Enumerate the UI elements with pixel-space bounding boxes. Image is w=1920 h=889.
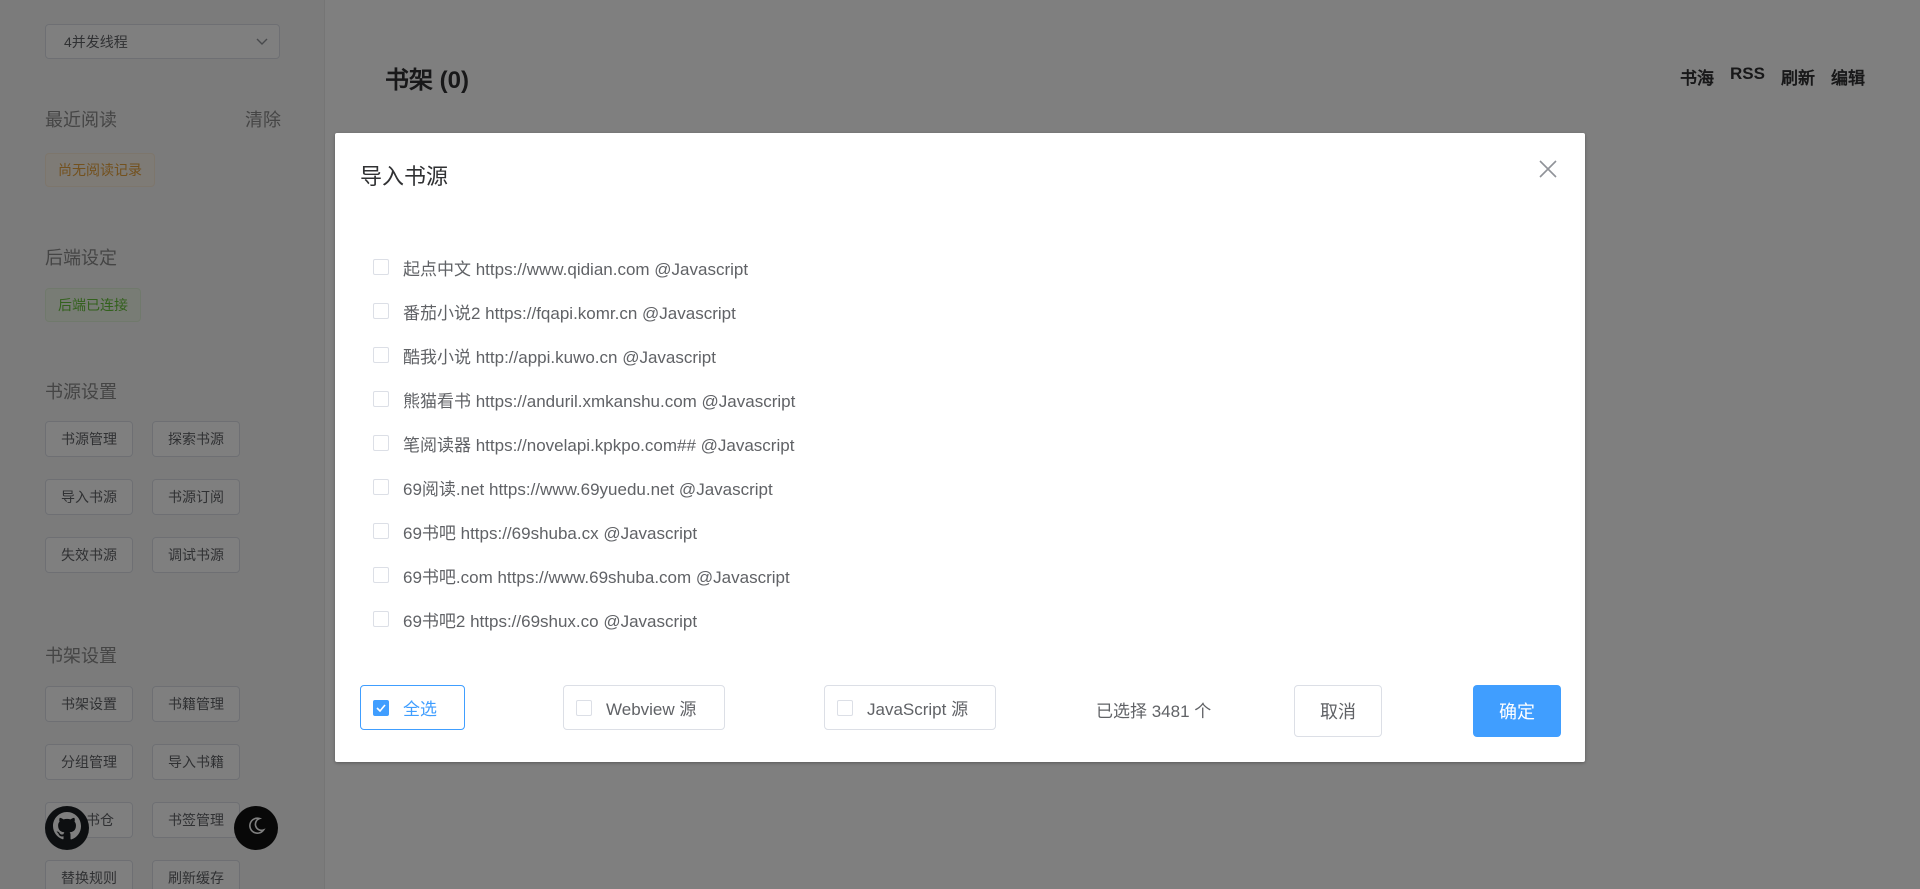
source-label: 起点中文 https://www.qidian.com @Javascript xyxy=(403,259,749,279)
close-button[interactable] xyxy=(1534,157,1562,185)
select-all-checkbox[interactable]: 全选 xyxy=(360,685,465,730)
source-checkbox[interactable] xyxy=(373,347,389,363)
close-icon xyxy=(1538,159,1558,184)
source-item[interactable]: 酷我小说 http://appi.kuwo.cn @Javascript xyxy=(373,333,795,377)
source-item[interactable]: 熊猫看书 https://anduril.xmkanshu.com @Javas… xyxy=(373,377,795,421)
webview-label: Webview 源 xyxy=(606,700,697,719)
source-list: 起点中文 https://www.qidian.com @Javascript … xyxy=(373,245,795,641)
select-all-label: 全选 xyxy=(403,700,437,719)
source-label: 熊猫看书 https://anduril.xmkanshu.com @Javas… xyxy=(403,391,796,411)
app-root: 4并发线程 最近阅读 清除 尚无阅读记录 后端设定 后端已连接 书源设置 书源管… xyxy=(0,0,1920,889)
import-source-dialog: 导入书源 起点中文 https://www.qidian.com @Javasc… xyxy=(335,133,1585,762)
selected-count: 已选择 3481 个 xyxy=(1096,702,1212,721)
javascript-label: JavaScript 源 xyxy=(867,700,969,719)
source-checkbox[interactable] xyxy=(373,479,389,495)
javascript-source-checkbox[interactable]: JavaScript 源 xyxy=(824,685,996,730)
source-item[interactable]: 69阅读.net https://www.69yuedu.net @Javasc… xyxy=(373,465,795,509)
source-checkbox[interactable] xyxy=(373,303,389,319)
source-checkbox[interactable] xyxy=(373,611,389,627)
javascript-checkbox-box xyxy=(837,699,853,716)
source-item[interactable]: 番茄小说2 https://fqapi.komr.cn @Javascript xyxy=(373,289,795,333)
source-checkbox[interactable] xyxy=(373,523,389,539)
source-checkbox[interactable] xyxy=(373,567,389,583)
source-label: 笔阅读器 https://novelapi.kpkpo.com## @Javas… xyxy=(403,435,795,455)
source-item[interactable]: 笔阅读器 https://novelapi.kpkpo.com## @Javas… xyxy=(373,421,795,465)
webview-checkbox-box xyxy=(576,699,592,716)
source-label: 番茄小说2 https://fqapi.komr.cn @Javascript xyxy=(403,303,736,323)
source-item[interactable]: 69书吧.com https://www.69shuba.com @Javasc… xyxy=(373,553,795,597)
source-label: 69书吧 https://69shuba.cx @Javascript xyxy=(403,523,698,543)
webview-source-checkbox[interactable]: Webview 源 xyxy=(563,685,725,730)
cancel-button[interactable]: 取消 xyxy=(1294,685,1382,737)
source-checkbox[interactable] xyxy=(373,435,389,451)
checkmark-icon xyxy=(373,699,389,716)
source-checkbox[interactable] xyxy=(373,391,389,407)
source-label: 69书吧.com https://www.69shuba.com @Javasc… xyxy=(403,567,790,587)
dialog-title: 导入书源 xyxy=(360,164,449,189)
source-checkbox[interactable] xyxy=(373,259,389,275)
source-label: 69阅读.net https://www.69yuedu.net @Javasc… xyxy=(403,479,773,499)
source-item[interactable]: 69书吧2 https://69shux.co @Javascript xyxy=(373,597,795,641)
source-item[interactable]: 起点中文 https://www.qidian.com @Javascript xyxy=(373,245,795,289)
source-item[interactable]: 69书吧 https://69shuba.cx @Javascript xyxy=(373,509,795,553)
confirm-button[interactable]: 确定 xyxy=(1473,685,1561,737)
source-label: 69书吧2 https://69shux.co @Javascript xyxy=(403,611,698,631)
source-label: 酷我小说 http://appi.kuwo.cn @Javascript xyxy=(403,347,716,367)
